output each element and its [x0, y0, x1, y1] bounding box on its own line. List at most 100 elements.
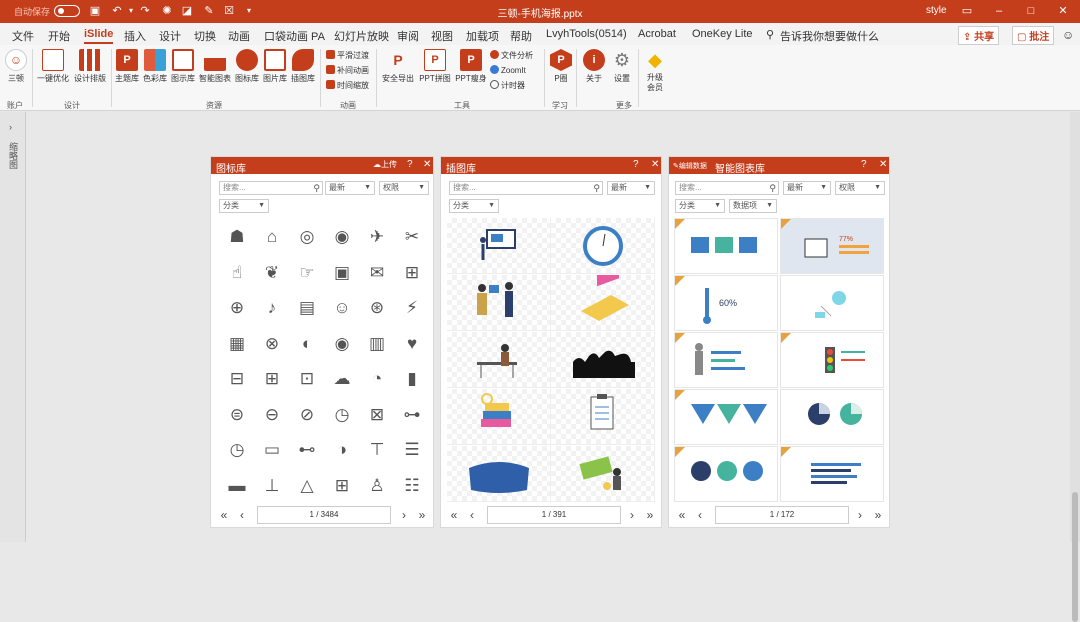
icon-tile[interactable]: ◔ — [359, 361, 395, 397]
icon-tile[interactable]: ⊟ — [219, 361, 255, 397]
tab-animations[interactable]: 动画 — [228, 28, 250, 44]
illustration-tile[interactable] — [551, 262, 655, 331]
tab-acrobat[interactable]: Acrobat — [638, 28, 676, 40]
chart-template-tile[interactable] — [674, 389, 778, 445]
icon-tile[interactable]: ⊖ — [254, 397, 290, 433]
permission-select[interactable]: 权限 ▼ — [835, 181, 885, 195]
icon-tile[interactable]: ⊠ — [359, 397, 395, 433]
smooth-transition-button[interactable]: 平滑过渡 — [326, 50, 369, 61]
settings-button[interactable]: ⚙ 设置 — [610, 49, 634, 84]
chart-template-tile[interactable] — [780, 332, 884, 388]
icon-tile[interactable]: ♪ — [254, 290, 290, 326]
search-input[interactable]: 搜索... ⚲ — [449, 181, 603, 195]
illustration-lib-button[interactable]: 插图库 — [290, 49, 316, 84]
style-button[interactable]: style — [926, 5, 947, 16]
icon-tile[interactable]: ⊕ — [219, 290, 255, 326]
icon-tile[interactable]: ⊶ — [394, 397, 429, 433]
icon-tile[interactable]: ◉ — [324, 219, 360, 255]
icon-tile[interactable]: ▦ — [219, 326, 255, 362]
tab-pocket-animation[interactable]: 口袋动画 PA — [264, 28, 325, 44]
prev-page-button[interactable]: ‹ — [235, 506, 249, 524]
illustration-tile[interactable] — [447, 275, 551, 331]
icon-tile[interactable]: ⊛ — [359, 290, 395, 326]
timer-button[interactable]: 计时器 — [490, 80, 525, 91]
smart-chart-button[interactable]: 智能图表 — [198, 49, 232, 84]
image-lib-button[interactable]: 图片库 — [262, 49, 288, 84]
tab-islide[interactable]: iSlide — [84, 28, 114, 44]
icon-tile[interactable]: ⊜ — [219, 397, 255, 433]
chart-template-tile[interactable] — [674, 218, 778, 274]
illustration-tile[interactable] — [551, 389, 655, 445]
icon-tile[interactable]: ♥ — [394, 326, 429, 362]
close-panel-icon[interactable]: ✕ — [423, 159, 431, 170]
tab-file[interactable]: 文件 — [12, 28, 34, 44]
tab-lvyhtools[interactable]: LvyhTools(0514) — [546, 28, 627, 40]
first-page-button[interactable]: « — [217, 506, 231, 524]
tab-help[interactable]: 帮助 — [510, 28, 532, 44]
icon-tile[interactable]: ☝ — [219, 255, 255, 291]
icon-tile[interactable]: ⊤ — [359, 432, 395, 468]
first-page-button[interactable]: « — [447, 506, 461, 524]
icon-tile[interactable]: ♙ — [359, 468, 395, 504]
icon-tile[interactable]: ⊷ — [289, 432, 325, 468]
icon-tile[interactable]: ❦ — [254, 255, 290, 291]
tab-slideshow[interactable]: 幻灯片放映 — [334, 28, 389, 44]
account-button[interactable]: ☺ 三顿 — [4, 49, 28, 84]
icon-tile[interactable]: ⊞ — [324, 468, 360, 504]
icon-tile[interactable]: ◑ — [324, 432, 360, 468]
icon-tile[interactable]: ◷ — [219, 432, 255, 468]
page-indicator[interactable]: 1 / 3484 — [257, 506, 391, 524]
expand-arrow-icon[interactable]: › — [9, 122, 12, 132]
ppt-slim-button[interactable]: P PPT瘦身 — [454, 49, 488, 84]
tab-view[interactable]: 视图 — [431, 28, 453, 44]
chart-template-tile[interactable]: 77% — [780, 218, 884, 274]
icon-tile[interactable]: ◷ — [324, 397, 360, 433]
permission-select[interactable]: 权限 ▼ — [379, 181, 429, 195]
illustration-tile[interactable] — [447, 218, 551, 274]
tab-onekey[interactable]: OneKey Lite — [692, 28, 753, 40]
tab-insert[interactable]: 插入 — [124, 28, 146, 44]
icon-tile[interactable]: ☰ — [394, 432, 429, 468]
close-panel-icon[interactable]: ✕ — [879, 159, 887, 170]
icon-tile[interactable]: ▥ — [359, 326, 395, 362]
icon-tile[interactable]: ⊞ — [394, 255, 429, 291]
scrollbar-thumb[interactable] — [1072, 492, 1078, 622]
last-page-button[interactable]: » — [871, 506, 885, 524]
close-panel-icon[interactable]: ✕ — [651, 159, 659, 170]
illustration-tile[interactable] — [447, 446, 551, 502]
help-icon[interactable]: ? — [861, 159, 867, 170]
zoomit-button[interactable]: ZoomIt — [490, 65, 526, 75]
illustration-tile[interactable] — [551, 332, 655, 388]
icon-tile[interactable]: ☞ — [289, 255, 325, 291]
icon-tile[interactable]: ◉ — [324, 326, 360, 362]
diagram-lib-button[interactable]: 图示库 — [170, 49, 196, 84]
icon-tile[interactable]: ✂ — [394, 219, 429, 255]
icon-tile[interactable]: ▬ — [219, 468, 255, 504]
sort-select[interactable]: 最新 ▼ — [325, 181, 375, 195]
ppt-puzzle-button[interactable]: P PPT拼图 — [418, 49, 452, 84]
icon-tile[interactable]: ⊡ — [289, 361, 325, 397]
minimize-icon[interactable]: – — [990, 3, 1008, 19]
data-item-select[interactable]: 数据项 ▼ — [729, 199, 777, 213]
icon-tile[interactable]: ⊞ — [254, 361, 290, 397]
icon-tile[interactable]: ⊥ — [254, 468, 290, 504]
tab-addins[interactable]: 加载项 — [466, 28, 499, 44]
icon-lib-button[interactable]: 图标库 — [234, 49, 260, 84]
icon-tile[interactable]: △ — [289, 468, 325, 504]
safe-export-button[interactable]: P 安全导出 — [380, 49, 416, 84]
chart-template-tile[interactable] — [780, 275, 884, 331]
search-icon[interactable]: ⚲ — [593, 182, 600, 194]
icon-tile[interactable]: ▭ — [254, 432, 290, 468]
layout-button[interactable]: 设计排版 — [72, 49, 108, 84]
color-lib-button[interactable]: 色彩库 — [142, 49, 168, 84]
icon-tile[interactable]: ⌂ — [254, 219, 290, 255]
tell-me-search[interactable]: 告诉我你想要做什么 — [780, 28, 879, 44]
tab-design[interactable]: 设计 — [159, 28, 181, 44]
comment-button[interactable]: ▢ 批注 — [1012, 26, 1055, 45]
prev-page-button[interactable]: ‹ — [693, 506, 707, 524]
help-icon[interactable]: ? — [633, 159, 639, 170]
emoji-icon[interactable]: ☺ — [1062, 28, 1074, 42]
icon-tile[interactable]: ☁ — [324, 361, 360, 397]
maximize-icon[interactable]: □ — [1022, 3, 1040, 19]
tab-home[interactable]: 开始 — [48, 28, 70, 44]
